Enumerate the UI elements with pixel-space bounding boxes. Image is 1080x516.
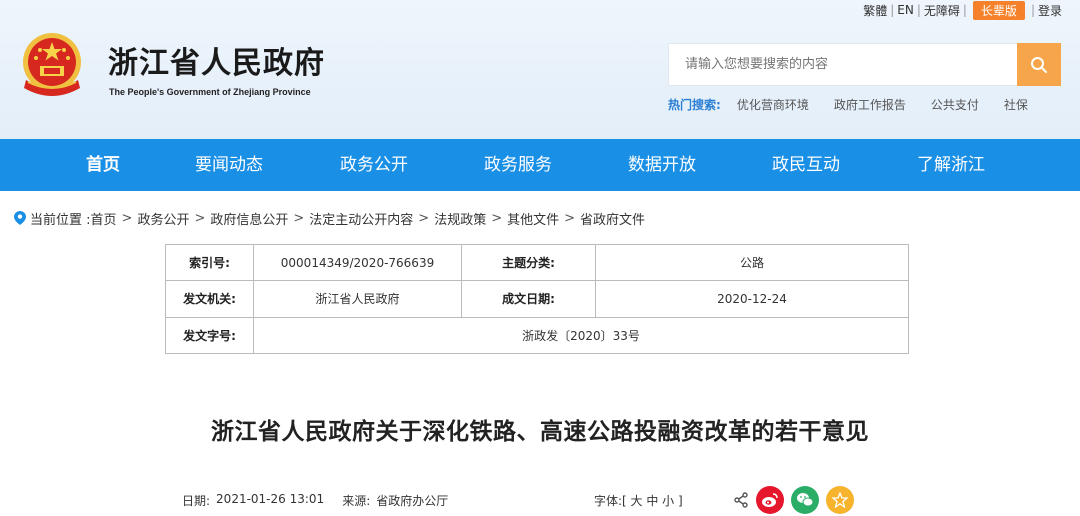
docno-label: 发文字号: [165,316,254,355]
top-links: 繁體 | EN | 无障碍 | 长辈版 | 登录 [863,0,1062,20]
hot-search: 热门搜索: 优化营商环境 政府工作报告 公共支付 社保 [668,96,1053,113]
breadcrumb-item[interactable]: 政务公开 [137,209,189,228]
article-title: 浙江省人民政府关于深化铁路、高速公路投融资改革的若干意见 [211,419,869,445]
accessibility-link[interactable]: 无障碍 [924,2,960,19]
wechat-share-button[interactable] [791,486,819,514]
site-title[interactable]: 浙江省人民政府 [108,38,325,82]
date-label: 成文日期: [461,280,596,318]
table-row: 索引号: 000014349/2020-766639 主题分类: 公路 [165,243,909,282]
hot-keyword[interactable]: 社保 [1004,96,1028,113]
login-link[interactable]: 登录 [1038,2,1062,19]
english-link[interactable]: EN [897,3,914,17]
weibo-share-button[interactable] [756,486,784,514]
traditional-chinese-link[interactable]: 繁體 [863,2,887,19]
document-info-table: 索引号: 000014349/2020-766639 主题分类: 公路 发文机关… [165,243,909,355]
location-pin-icon [14,211,26,225]
wechat-icon [797,493,814,507]
search-input[interactable] [668,43,1017,86]
search-button[interactable] [1017,43,1061,86]
share-icon[interactable] [733,492,749,508]
national-emblem-icon [23,33,81,96]
topic-label: 主题分类: [461,243,596,282]
table-row: 发文字号: 浙政发〔2020〕33号 [165,316,909,355]
main-nav: 首页 要闻动态 政务公开 政务服务 数据开放 政民互动 了解浙江 [0,139,1080,191]
hot-keyword[interactable]: 政府工作报告 [834,96,906,113]
weibo-icon [762,493,778,507]
index-value: 000014349/2020-766639 [253,243,462,282]
site-header: 繁體 | EN | 无障碍 | 长辈版 | 登录 浙江省人民政府 The Peo… [0,0,1080,139]
index-label: 索引号: [165,243,254,282]
elder-mode-button[interactable]: 长辈版 [972,0,1025,20]
star-icon [832,492,848,508]
nav-item-interaction[interactable]: 政民互动 [772,139,840,191]
source-value: 省政府办公厅 [376,494,449,508]
nav-item-services[interactable]: 政务服务 [484,139,552,191]
nav-item-home[interactable]: 首页 [86,139,120,191]
font-size-switcher[interactable]: 字体:[ 大 中 小 ] [594,492,683,509]
issuer-label: 发文机关: [165,280,254,318]
breadcrumb-prefix: 当前位置 : [30,212,91,228]
date-value: 2021-01-26 13:01 [216,492,325,506]
article-meta: 日期: 2021-01-26 13:01 来源: 省政府办公厅 [182,492,454,509]
docno-value: 浙政发〔2020〕33号 [253,316,909,355]
date-value: 2020-12-24 [595,280,909,318]
breadcrumb-item[interactable]: 政府信息公开 [210,209,288,228]
breadcrumb-item[interactable]: 法定主动公开内容 [309,209,413,228]
breadcrumb-item[interactable]: 首页 [91,209,117,228]
hot-keyword[interactable]: 公共支付 [931,96,979,113]
site-subtitle: The People's Government of Zhejiang Prov… [109,87,311,97]
topic-value: 公路 [595,243,909,282]
nav-item-about-zhejiang[interactable]: 了解浙江 [917,139,985,191]
issuer-value: 浙江省人民政府 [253,280,462,318]
breadcrumb-item[interactable]: 法规政策 [434,209,486,228]
breadcrumb: 当前位置 : 首页 > 政务公开 > 政府信息公开 > 法定主动公开内容 > 法… [14,209,645,228]
breadcrumb-item[interactable]: 其他文件 [507,209,559,228]
favorite-button[interactable] [826,486,854,514]
breadcrumb-item[interactable]: 省政府文件 [580,209,645,228]
search-icon [1031,56,1047,73]
nav-item-government-affairs[interactable]: 政务公开 [340,139,408,191]
hot-search-label: 热门搜索: [668,98,721,112]
date-label: 日期: [182,494,211,508]
source-label: 来源: [342,494,371,508]
hot-keyword[interactable]: 优化营商环境 [737,96,809,113]
nav-item-news[interactable]: 要闻动态 [195,139,263,191]
nav-item-open-data[interactable]: 数据开放 [628,139,696,191]
share-bar [733,486,854,514]
table-row: 发文机关: 浙江省人民政府 成文日期: 2020-12-24 [165,280,909,318]
